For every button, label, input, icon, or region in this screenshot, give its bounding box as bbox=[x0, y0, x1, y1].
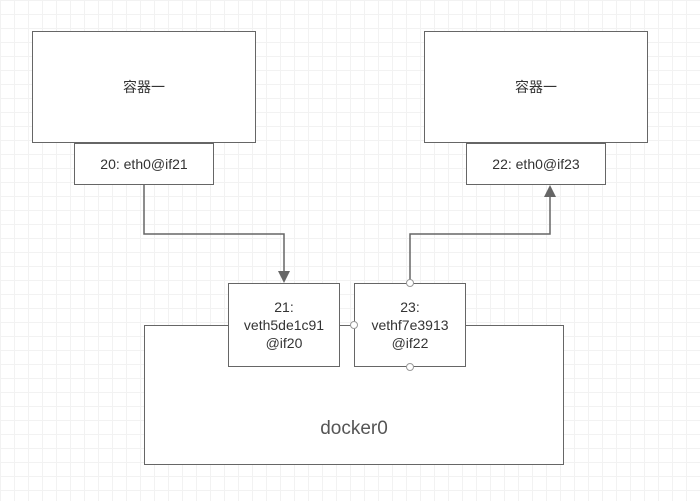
container-left-title: 容器一 bbox=[123, 78, 165, 96]
container-left-iface-label: 20: eth0@if21 bbox=[100, 155, 187, 173]
bridge-name: docker0 bbox=[320, 417, 388, 442]
container-right-iface-label: 22: eth0@if23 bbox=[492, 155, 579, 173]
container-right: 容器一 bbox=[424, 31, 648, 143]
bridge-veth-left: 21: veth5de1c91 @if20 bbox=[228, 283, 340, 367]
container-left: 容器一 bbox=[32, 31, 256, 143]
bridge-veth-right: 23: vethf7e3913 @if22 bbox=[354, 283, 466, 367]
bridge-veth-right-label: 23: vethf7e3913 @if22 bbox=[371, 298, 448, 353]
bridge-veth-left-label: 21: veth5de1c91 @if20 bbox=[244, 298, 324, 353]
container-right-iface: 22: eth0@if23 bbox=[466, 143, 606, 185]
container-left-iface: 20: eth0@if21 bbox=[74, 143, 214, 185]
container-right-title: 容器一 bbox=[515, 78, 557, 96]
